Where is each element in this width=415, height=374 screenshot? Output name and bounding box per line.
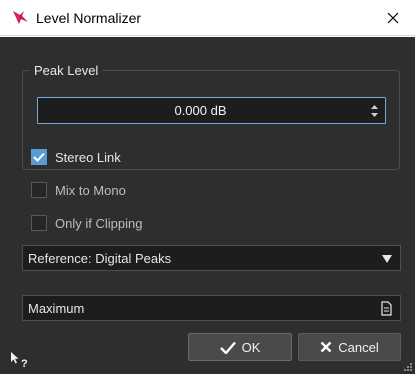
only-if-clipping-option[interactable]: Only if Clipping: [31, 214, 142, 232]
spin-arrows-icon[interactable]: [370, 104, 379, 118]
checkmark-icon: [33, 152, 45, 162]
mix-to-mono-checkbox[interactable]: [31, 182, 47, 198]
svg-text:?: ?: [21, 358, 28, 369]
ok-button[interactable]: OK: [188, 333, 292, 361]
stereo-link-checkbox[interactable]: [31, 149, 47, 165]
preset-field[interactable]: Maximum: [22, 295, 401, 321]
reference-dropdown[interactable]: Reference: Digital Peaks: [22, 245, 401, 271]
stereo-link-option[interactable]: Stereo Link: [31, 148, 121, 166]
close-icon: [387, 12, 399, 24]
mix-to-mono-option[interactable]: Mix to Mono: [31, 181, 126, 199]
peak-level-value: 0.000 dB: [174, 103, 227, 118]
only-if-clipping-label: Only if Clipping: [55, 215, 143, 231]
mix-to-mono-label: Mix to Mono: [55, 182, 126, 198]
dropdown-arrow-icon: [382, 255, 392, 263]
checkmark-icon: [219, 341, 236, 354]
peak-level-title: Peak Level: [30, 63, 103, 78]
stereo-link-label: Stereo Link: [55, 149, 121, 165]
close-button[interactable]: [371, 0, 415, 36]
ok-label: OK: [241, 339, 261, 355]
resize-grip-icon[interactable]: [403, 362, 413, 372]
preset-label: Maximum: [28, 301, 85, 316]
context-help-icon[interactable]: ?: [9, 351, 31, 369]
window-title: Level Normalizer: [36, 10, 142, 26]
wavelab-logo-icon: [13, 11, 28, 24]
peak-level-input[interactable]: 0.000 dB: [37, 97, 386, 124]
cancel-label: Cancel: [338, 339, 379, 355]
preset-menu-icon[interactable]: [379, 300, 393, 317]
only-if-clipping-checkbox[interactable]: [31, 215, 47, 231]
x-icon: [320, 341, 332, 353]
reference-selected: Reference: Digital Peaks: [28, 251, 172, 266]
cancel-button[interactable]: Cancel: [298, 333, 401, 361]
dialog-body: Peak Level 0.000 dB Stereo Link Mix to M…: [0, 37, 415, 374]
title-bar: Level Normalizer: [0, 0, 415, 36]
